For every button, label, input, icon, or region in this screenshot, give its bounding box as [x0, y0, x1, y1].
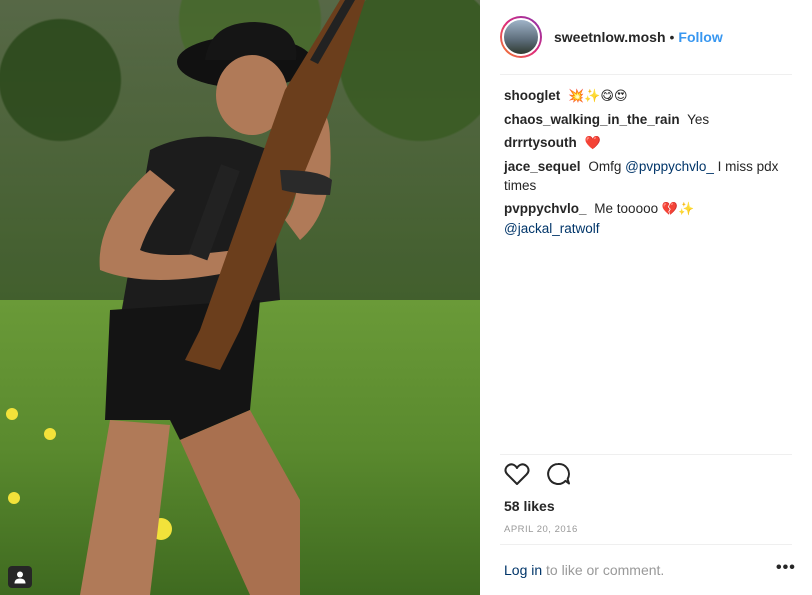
comment: drrrtysouth ❤️ — [504, 133, 794, 153]
header-separator: • — [669, 29, 675, 45]
avatar-image — [502, 18, 540, 56]
post-sidebar: sweetnlow.mosh • Follow shooglet 💥✨😋😍 ch… — [480, 0, 812, 595]
heart-icon[interactable] — [504, 462, 530, 486]
comment-emoji: 💥✨😋😍 — [568, 89, 628, 104]
login-prompt: Log in to like or comment. — [504, 562, 664, 578]
comment-mention[interactable]: @pvppychvlo_ — [625, 159, 714, 174]
likes-count[interactable]: 58 likes — [504, 498, 555, 514]
comment-username[interactable]: drrrtysouth — [504, 135, 577, 150]
comment-text: Omfg — [588, 159, 622, 174]
comment: pvppychvlo_ Me tooooo 💔✨ @jackal_ratwolf — [504, 199, 794, 238]
post-actions — [504, 462, 572, 486]
tagged-users-button[interactable] — [8, 566, 32, 588]
comment-emoji: 💔✨ — [661, 202, 695, 217]
comment-icon[interactable] — [546, 462, 572, 486]
comment: jace_sequel Omfg @pvppychvlo_ I miss pdx… — [504, 157, 794, 195]
comment: chaos_walking_in_the_rain Yes — [504, 110, 794, 129]
comment-emoji: ❤️ — [584, 136, 601, 151]
more-options-button[interactable]: ••• — [776, 559, 796, 577]
comment-text: Me tooooo — [594, 201, 659, 216]
actions-divider — [500, 454, 792, 455]
comment-username[interactable]: chaos_walking_in_the_rain — [504, 112, 680, 127]
comment-username[interactable]: jace_sequel — [504, 159, 581, 174]
post-header: sweetnlow.mosh • Follow — [500, 12, 792, 62]
avatar[interactable] — [500, 16, 542, 58]
comment-username[interactable]: shooglet — [504, 88, 560, 103]
user-tag-icon — [14, 571, 26, 584]
person-figure — [80, 0, 365, 595]
comment-text: Yes — [687, 112, 710, 127]
login-text: to like or comment. — [546, 562, 665, 578]
post-date[interactable]: APRIL 20, 2016 — [504, 524, 578, 535]
comment: shooglet 💥✨😋😍 — [504, 86, 794, 106]
comments-list: shooglet 💥✨😋😍 chaos_walking_in_the_rain … — [504, 86, 794, 242]
comment-mention[interactable]: @jackal_ratwolf — [504, 221, 600, 236]
post-photo[interactable] — [0, 0, 480, 595]
follow-button[interactable]: Follow — [678, 29, 722, 45]
comment-username[interactable]: pvppychvlo_ — [504, 201, 587, 216]
header-username[interactable]: sweetnlow.mosh — [554, 29, 666, 45]
login-link[interactable]: Log in — [504, 562, 542, 578]
header-divider — [500, 74, 792, 75]
footer-divider — [500, 544, 792, 545]
